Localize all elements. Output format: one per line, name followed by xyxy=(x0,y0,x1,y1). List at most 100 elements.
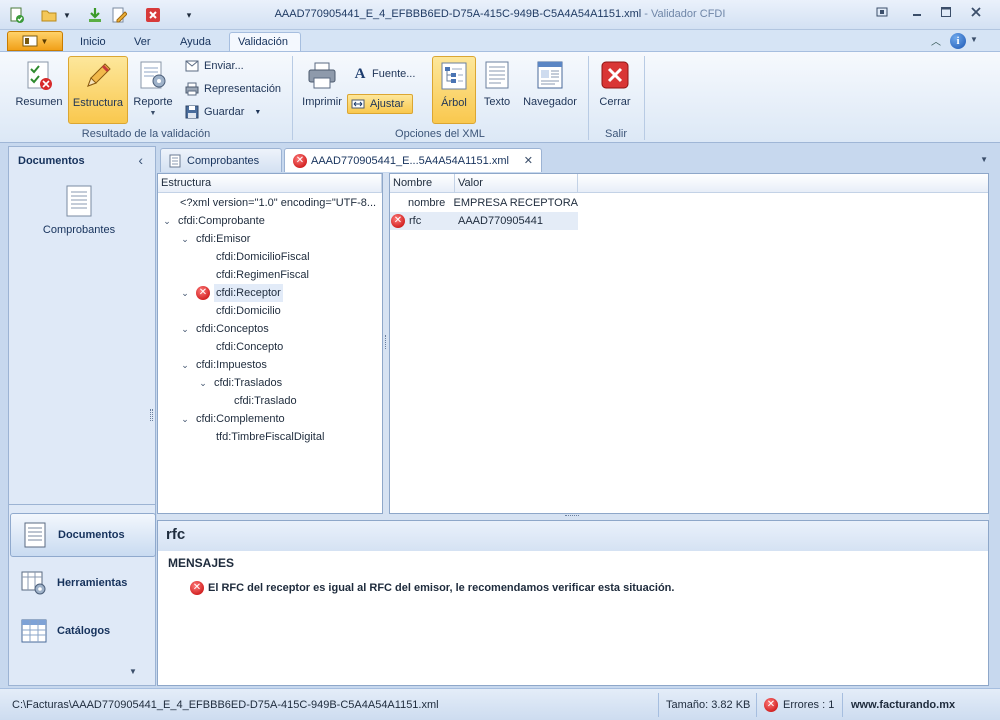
cell-value: EMPRESA RECEPTORA xyxy=(453,197,579,209)
column-header-valor[interactable]: Valor xyxy=(455,174,578,193)
tree-node[interactable]: ⌄ cfdi:Complemento xyxy=(180,410,284,428)
chevron-left-icon[interactable]: ‹ xyxy=(138,152,143,168)
group-label-resultado: Resultado de la validación xyxy=(81,128,211,140)
reporte-button[interactable]: Reporte ▼ xyxy=(130,56,176,124)
tree-node[interactable]: cfdi:Domicilio xyxy=(216,302,281,320)
tools-gear-icon xyxy=(20,569,48,597)
tree-node[interactable]: ⌄ cfdi:Comprobante xyxy=(162,212,265,230)
detail-title: rfc xyxy=(158,521,988,551)
error-icon: ✕ xyxy=(764,698,778,712)
guardar-button[interactable]: Guardar ▼ xyxy=(182,102,264,122)
nav-catalogos[interactable]: Catálogos xyxy=(10,609,156,653)
enviar-label: Enviar... xyxy=(204,60,244,72)
group-label-salir: Salir xyxy=(604,128,627,140)
navegador-label: Navegador xyxy=(523,96,577,108)
tab-list-chevron-icon[interactable]: ▼ xyxy=(980,155,988,164)
help-info-icon[interactable]: i xyxy=(950,33,966,49)
tab-validacion[interactable]: Validación xyxy=(229,32,301,52)
cell-value: AAAD770905441 xyxy=(458,215,544,227)
close-window-icon[interactable] xyxy=(966,6,986,24)
close-tab-icon[interactable]: ✕ xyxy=(524,154,533,167)
documents-panel: Documentos ‹ Comprobantes Documentos Her… xyxy=(8,146,156,686)
tree-node-label: cfdi:Traslado xyxy=(234,395,297,407)
chevron-down-icon[interactable]: ⌄ xyxy=(180,230,190,248)
chevron-down-icon[interactable]: ⌄ xyxy=(180,410,190,428)
app-name: Validador CFDI xyxy=(651,8,726,20)
tree-node-label: cfdi:Conceptos xyxy=(196,323,269,335)
font-a-icon: A xyxy=(354,65,366,82)
nav-herramientas[interactable]: Herramientas xyxy=(10,561,156,605)
tree-node-label: cfdi:Impuestos xyxy=(196,359,267,371)
tree-node[interactable]: ⌄ cfdi:Impuestos xyxy=(180,356,267,374)
status-website-link[interactable]: www.facturando.mx xyxy=(851,695,955,715)
fuente-button[interactable]: A Fuente... xyxy=(350,64,418,84)
chevron-down-icon[interactable]: ▼ xyxy=(970,35,978,44)
chevron-down-icon[interactable]: ⌄ xyxy=(180,320,190,338)
chevron-down-icon: ▼ xyxy=(254,108,262,116)
column-header-filler xyxy=(578,174,988,193)
tree-node-label: cfdi:Receptor xyxy=(214,284,283,302)
column-header-nombre[interactable]: Nombre xyxy=(390,174,455,193)
tree-node[interactable]: ⌄ cfdi:Traslados xyxy=(198,374,282,392)
document-tabs: Comprobantes ✕ AAAD770905441_E...5A4A54A… xyxy=(158,147,990,172)
tab-ayuda[interactable]: Ayuda xyxy=(172,34,219,52)
status-errors[interactable]: ✕ Errores : 1 xyxy=(764,695,834,715)
reporte-label: Reporte xyxy=(133,96,173,108)
envelope-icon xyxy=(185,59,199,73)
navegador-button[interactable]: Navegador xyxy=(520,56,580,124)
minimize-icon[interactable] xyxy=(907,6,927,24)
tab-comprobantes-label: Comprobantes xyxy=(187,154,260,167)
panel-resize-grip[interactable] xyxy=(150,409,153,421)
configure-nav-chevron-icon[interactable]: ▼ xyxy=(129,667,137,676)
tree-node-label: cfdi:Emisor xyxy=(196,233,251,245)
cell-name: nombre xyxy=(408,197,446,209)
app-menu-button[interactable]: ▼ xyxy=(7,31,63,51)
tree-node[interactable]: cfdi:DomicilioFiscal xyxy=(216,248,310,266)
collapse-ribbon-icon[interactable]: ︿ xyxy=(926,33,946,51)
chevron-down-icon[interactable]: ⌄ xyxy=(198,374,208,392)
report-gear-icon xyxy=(138,60,168,90)
tab-xml-file[interactable]: ✕ AAAD770905441_E...5A4A54A1151.xml ✕ xyxy=(284,148,542,172)
tree-node[interactable]: tfd:TimbreFiscalDigital xyxy=(216,428,324,446)
close-x-icon xyxy=(600,60,630,90)
nav-documentos[interactable]: Documentos xyxy=(10,513,156,557)
texto-button[interactable]: Texto xyxy=(478,56,516,124)
cerrar-button[interactable]: Cerrar xyxy=(594,56,636,124)
tree-node-selected[interactable]: ⌄ ✕ cfdi:Receptor xyxy=(180,284,283,302)
table-row[interactable]: nombre EMPRESA RECEPTORA xyxy=(390,194,578,212)
comprobantes-item[interactable]: Comprobantes xyxy=(37,185,121,236)
estructura-button[interactable]: Estructura xyxy=(68,56,128,124)
tab-ver[interactable]: Ver xyxy=(126,34,159,52)
ajustar-button[interactable]: Ajustar xyxy=(347,94,413,114)
enviar-button[interactable]: Enviar... xyxy=(182,56,247,76)
restore-layout-icon[interactable] xyxy=(872,6,892,24)
chevron-down-icon[interactable]: ⌄ xyxy=(180,356,190,374)
tree-node[interactable]: ⌄ cfdi:Conceptos xyxy=(180,320,269,338)
tree-column-header[interactable]: Estructura xyxy=(158,174,382,193)
error-icon: ✕ xyxy=(293,153,307,168)
tab-inicio[interactable]: Inicio xyxy=(72,34,114,52)
tree-node[interactable]: cfdi:Traslado xyxy=(234,392,297,410)
tree-node-label: tfd:TimbreFiscalDigital xyxy=(216,431,325,443)
group-separator xyxy=(644,56,645,140)
chevron-down-icon[interactable]: ⌄ xyxy=(162,212,172,230)
tree-node-label: cfdi:Traslados xyxy=(214,377,283,389)
divider xyxy=(9,504,155,505)
tab-comprobantes[interactable]: Comprobantes xyxy=(160,148,282,172)
tab-xml-file-label: AAAD770905441_E...5A4A54A1151.xml xyxy=(311,154,509,167)
guardar-label: Guardar xyxy=(204,106,245,118)
maximize-icon[interactable] xyxy=(936,6,956,24)
tree-node[interactable]: cfdi:Concepto xyxy=(216,338,283,356)
representacion-button[interactable]: Representación xyxy=(182,79,284,99)
imprimir-button[interactable]: Imprimir xyxy=(300,56,344,124)
resumen-button[interactable]: Resumen xyxy=(12,56,66,124)
arbol-label: Árbol xyxy=(441,97,467,109)
chevron-down-icon[interactable]: ⌄ xyxy=(180,284,190,302)
table-row-selected[interactable]: ✕ rfc AAAD770905441 xyxy=(390,212,578,230)
arbol-button[interactable]: Árbol xyxy=(432,56,476,124)
tree-node[interactable]: cfdi:RegimenFiscal xyxy=(216,266,309,284)
tree-node[interactable]: <?xml version="1.0" encoding="UTF-8... xyxy=(180,194,376,212)
tree-node[interactable]: ⌄ cfdi:Emisor xyxy=(180,230,250,248)
divider xyxy=(842,693,843,717)
document-list-icon xyxy=(21,521,49,549)
